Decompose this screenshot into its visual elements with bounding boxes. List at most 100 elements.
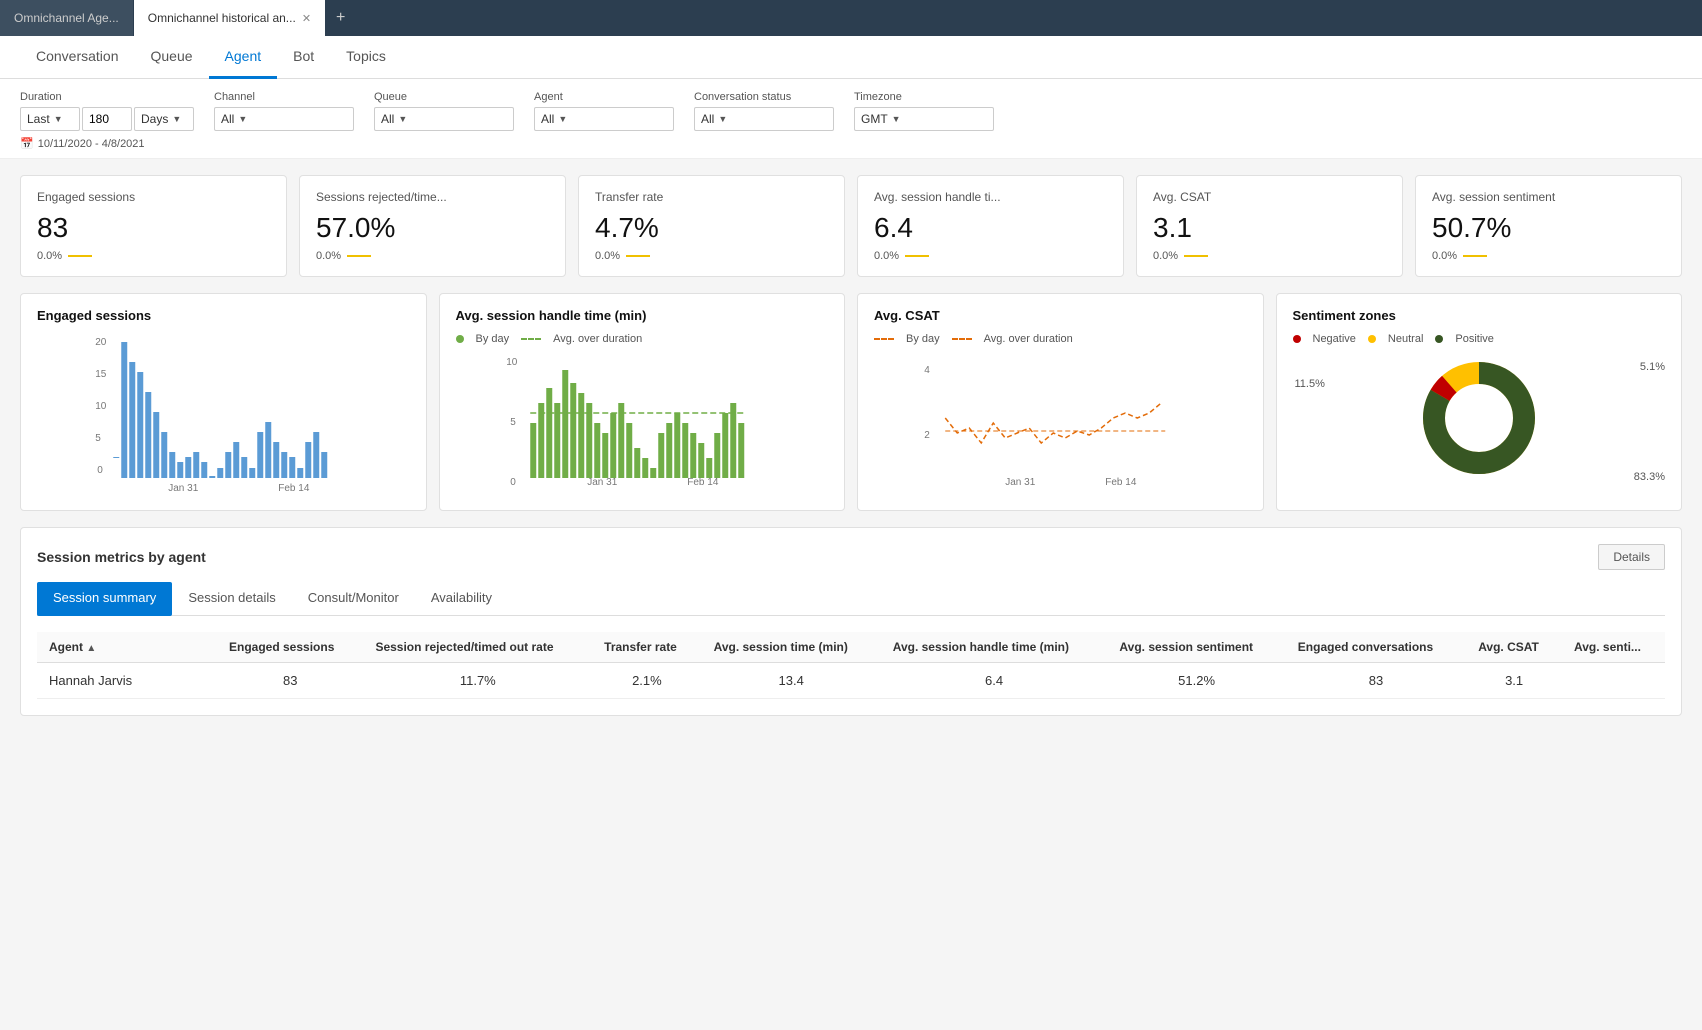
kpi-footer: 0.0% (37, 250, 270, 262)
timezone-select[interactable]: GMT ▼ (854, 107, 994, 131)
charts-row: Engaged sessions 20 15 10 5 0 (20, 293, 1682, 511)
kpi-trend-bar (1184, 255, 1208, 257)
channel-filter: Channel All ▼ (214, 91, 354, 131)
duration-preset-select[interactable]: Last ▼ (20, 107, 80, 131)
by-day-legend-dash (874, 338, 894, 340)
queue-filter: Queue All ▼ (374, 91, 514, 131)
svg-text:10: 10 (506, 357, 518, 368)
svg-text:5: 5 (510, 417, 516, 428)
td-agent: Hannah Jarvis (37, 663, 217, 699)
details-button[interactable]: Details (1598, 544, 1665, 570)
kpi-title: Avg. CSAT (1153, 190, 1386, 204)
timezone-filter: Timezone GMT ▼ (854, 91, 994, 131)
avg-handle-svg: 10 5 0 (456, 353, 829, 488)
kpi-trend-bar (347, 255, 371, 257)
tab-topics[interactable]: Topics (330, 36, 402, 79)
add-tab-button[interactable]: + (326, 9, 355, 27)
tab-bot[interactable]: Bot (277, 36, 330, 79)
channel-label: Channel (214, 91, 354, 103)
kpi-title: Avg. session sentiment (1432, 190, 1665, 204)
svg-text:Jan 31: Jan 31 (168, 483, 198, 494)
kpi-footer: 0.0% (874, 250, 1107, 262)
sub-tab-session-details[interactable]: Session details (172, 582, 291, 616)
chevron-down-icon: ▼ (54, 114, 63, 124)
main-content: Engaged sessions 83 0.0% Sessions reject… (0, 159, 1702, 1030)
date-range: 📅 10/11/2020 - 4/8/2021 (20, 137, 1682, 150)
engaged-sessions-chart: Engaged sessions 20 15 10 5 0 (20, 293, 427, 511)
kpi-title: Sessions rejected/time... (316, 190, 549, 204)
browser-tab-2-label: Omnichannel historical an... (148, 11, 296, 25)
kpi-title: Avg. session handle ti... (874, 190, 1107, 204)
chevron-down-icon: ▼ (172, 114, 181, 124)
filter-bar: Duration Last ▼ Days ▼ Channel (0, 79, 1702, 159)
kpi-trend-bar (905, 255, 929, 257)
metrics-header: Session metrics by agent Details (37, 544, 1665, 570)
svg-text:Feb 14: Feb 14 (278, 483, 310, 494)
kpi-card-sessions-rejected: Sessions rejected/time... 57.0% 0.0% (299, 175, 566, 277)
kpi-value: 3.1 (1153, 212, 1386, 244)
queue-label: Queue (374, 91, 514, 103)
th-rejected-rate: Session rejected/timed out rate (363, 632, 592, 663)
metrics-title: Session metrics by agent (37, 549, 206, 565)
avg-legend-dash (952, 338, 972, 340)
chart-legend: By day Avg. over duration (456, 333, 829, 345)
kpi-trend-bar (1463, 255, 1487, 257)
chevron-down-icon: ▼ (398, 114, 407, 124)
sub-tabs: Session summary Session details Consult/… (37, 582, 1665, 616)
td-avg-sentiment: 51.2% (1107, 663, 1285, 699)
negative-pct-label: 5.1% (1640, 361, 1665, 373)
queue-select[interactable]: All ▼ (374, 107, 514, 131)
td-avg-senti-extra (1562, 663, 1665, 699)
th-avg-handle-time: Avg. session handle time (min) (881, 632, 1108, 663)
kpi-card-engaged-sessions: Engaged sessions 83 0.0% (20, 175, 287, 277)
avg-handle-chart-title: Avg. session handle time (min) (456, 308, 829, 323)
chevron-down-icon: ▼ (238, 114, 247, 124)
kpi-value: 57.0% (316, 212, 549, 244)
th-avg-senti: Avg. senti... (1562, 632, 1665, 663)
chevron-down-icon: ▼ (718, 114, 727, 124)
table-container: Agent ▲ Engaged sessions Session rejecte… (37, 632, 1665, 699)
svg-text:Jan 31: Jan 31 (587, 477, 617, 488)
kpi-card-avg-handle-time: Avg. session handle ti... 6.4 0.0% (857, 175, 1124, 277)
sub-tab-consult-monitor[interactable]: Consult/Monitor (292, 582, 415, 616)
browser-tab-1[interactable]: Omnichannel Age... (0, 0, 134, 36)
kpi-trend-bar (626, 255, 650, 257)
sort-icon[interactable]: ▲ (86, 643, 96, 654)
tab-agent[interactable]: Agent (209, 36, 278, 79)
nav-tabs: Conversation Queue Agent Bot Topics (0, 36, 1702, 79)
th-engaged-sessions: Engaged sessions (217, 632, 363, 663)
kpi-row: Engaged sessions 83 0.0% Sessions reject… (20, 175, 1682, 277)
sub-tab-availability[interactable]: Availability (415, 582, 508, 616)
positive-pct-label: 83.3% (1634, 471, 1665, 483)
sentiment-zones-chart: Sentiment zones Negative Neutral Positiv… (1276, 293, 1683, 511)
sub-tab-session-summary[interactable]: Session summary (37, 582, 172, 616)
tab-conversation[interactable]: Conversation (20, 36, 135, 79)
th-transfer-rate: Transfer rate (592, 632, 701, 663)
svg-text:20: 20 (95, 337, 107, 348)
svg-text:10: 10 (95, 401, 107, 412)
agent-select[interactable]: All ▼ (534, 107, 674, 131)
duration-value-input[interactable] (82, 107, 132, 131)
close-icon[interactable]: ✕ (302, 12, 311, 25)
td-transfer-rate: 2.1% (592, 663, 701, 699)
svg-text:15: 15 (95, 369, 107, 380)
kpi-card-avg-sentiment: Avg. session sentiment 50.7% 0.0% (1415, 175, 1682, 277)
kpi-card-avg-csat: Avg. CSAT 3.1 0.0% (1136, 175, 1403, 277)
th-engaged-conversations: Engaged conversations (1286, 632, 1466, 663)
sentiment-zones-title: Sentiment zones (1293, 308, 1666, 323)
duration-unit-select[interactable]: Days ▼ (134, 107, 194, 131)
donut-chart-svg (1409, 353, 1549, 483)
conversation-status-label: Conversation status (694, 91, 834, 103)
kpi-footer: 0.0% (1153, 250, 1386, 262)
kpi-value: 83 (37, 212, 270, 244)
channel-select[interactable]: All ▼ (214, 107, 354, 131)
svg-text:Feb 14: Feb 14 (1105, 477, 1137, 488)
positive-legend-dot (1435, 335, 1443, 343)
browser-tab-2[interactable]: Omnichannel historical an... ✕ (134, 0, 326, 36)
tab-queue[interactable]: Queue (135, 36, 209, 79)
svg-text:4: 4 (924, 365, 930, 376)
th-avg-csat: Avg. CSAT (1466, 632, 1562, 663)
conversation-status-select[interactable]: All ▼ (694, 107, 834, 131)
td-avg-csat: 3.1 (1466, 663, 1562, 699)
avg-session-handle-chart: Avg. session handle time (min) By day Av… (439, 293, 846, 511)
